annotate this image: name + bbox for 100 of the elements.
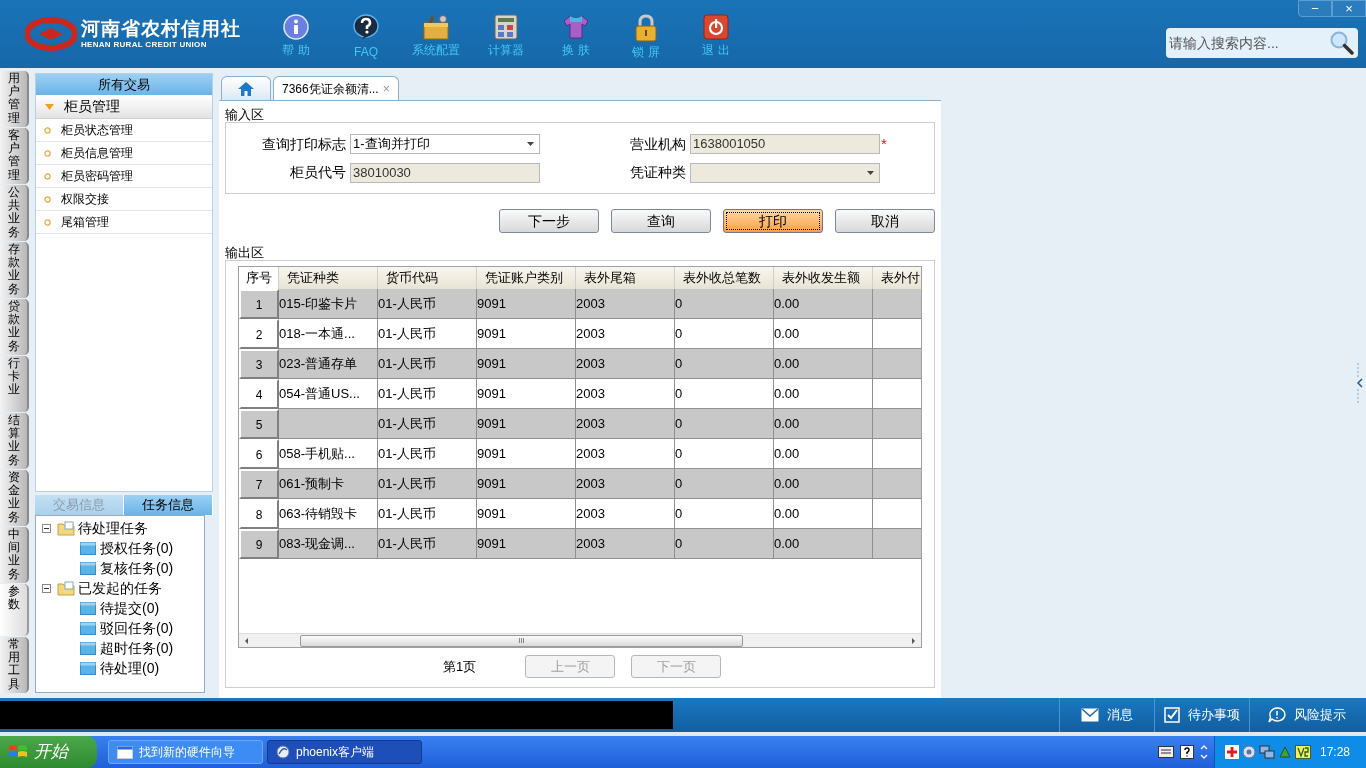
clock: 17:28 bbox=[1320, 744, 1351, 761]
row-header[interactable]: 2 bbox=[239, 319, 279, 349]
column-header[interactable]: 货币代码 bbox=[378, 267, 477, 289]
tree-item[interactable]: 复核任务(0) bbox=[100, 557, 174, 579]
menu-item[interactable]: 柜员密码管理 bbox=[36, 165, 212, 188]
first-aid-icon[interactable] bbox=[1225, 745, 1239, 759]
menu-group-header[interactable]: 柜员管理 bbox=[36, 95, 212, 119]
side-tab[interactable]: 公共业务 bbox=[0, 185, 29, 241]
caret-icon bbox=[527, 142, 534, 146]
document-tab[interactable]: 7366凭证余额清... × bbox=[273, 76, 399, 100]
tree-item[interactable]: 驳回任务(0) bbox=[100, 617, 174, 639]
column-header[interactable]: 表外收发生额 bbox=[774, 267, 873, 289]
menu-item[interactable]: 权限交接 bbox=[36, 188, 212, 211]
table-cell: 9091 bbox=[477, 529, 576, 559]
action-button[interactable]: 下一步 bbox=[499, 209, 599, 233]
minimize-button[interactable]: − bbox=[1298, 0, 1332, 17]
menu-item[interactable]: 柜员状态管理 bbox=[36, 119, 212, 142]
tree-item[interactable]: 待提交(0) bbox=[100, 597, 160, 619]
tree-item[interactable]: 待处理(0) bbox=[100, 657, 160, 679]
folder-icon bbox=[57, 580, 75, 596]
side-tab[interactable]: 用户管理 bbox=[0, 71, 29, 127]
column-header[interactable]: 表外付 bbox=[873, 267, 921, 289]
row-header[interactable]: 3 bbox=[239, 349, 279, 379]
folder-icon bbox=[80, 661, 96, 675]
side-tab[interactable]: 资金业务 bbox=[0, 470, 29, 526]
tree-item[interactable]: 待处理任务 bbox=[78, 517, 148, 539]
page-indicator: 第1页 bbox=[443, 657, 478, 676]
column-header[interactable]: 表外收总笔数 bbox=[675, 267, 774, 289]
taskbar-window-button[interactable]: phoenix客户端 bbox=[267, 740, 422, 764]
column-header[interactable]: 凭证账户类别 bbox=[477, 267, 576, 289]
logo-title: 河南省农村信用社 bbox=[81, 19, 241, 38]
row-header[interactable]: 6 bbox=[239, 439, 279, 469]
folder-icon bbox=[80, 641, 96, 655]
envelope-icon bbox=[1081, 708, 1099, 722]
column-header[interactable]: 凭证种类 bbox=[279, 267, 378, 289]
dropdown-field[interactable]: 1-查询并打印 bbox=[350, 134, 540, 154]
collapse-icon[interactable] bbox=[42, 583, 51, 593]
column-header[interactable]: 表外尾箱 bbox=[576, 267, 675, 289]
row-header[interactable]: 8 bbox=[239, 499, 279, 529]
folder-icon bbox=[80, 541, 96, 555]
bullet-icon bbox=[44, 195, 51, 203]
tree-item[interactable]: 已发起的任务 bbox=[78, 577, 162, 599]
horizontal-scrollbar[interactable]: III bbox=[239, 633, 921, 647]
home-icon bbox=[237, 80, 255, 97]
folder-icon bbox=[80, 561, 96, 575]
home-tab[interactable] bbox=[221, 76, 271, 100]
action-button[interactable]: 取消 bbox=[835, 209, 935, 233]
grip-mark: III bbox=[518, 636, 525, 645]
close-button[interactable]: × bbox=[1332, 0, 1366, 17]
table-cell: 083-现金调... bbox=[279, 529, 378, 559]
table-cell: 01-人民币 bbox=[378, 529, 477, 559]
table-cell: 0.00 bbox=[774, 529, 873, 559]
panel-tab[interactable]: 任务信息 bbox=[124, 495, 213, 515]
collapse-handle-icon[interactable] bbox=[1356, 363, 1364, 403]
speech-bubble-icon bbox=[1268, 707, 1286, 723]
tree-item[interactable]: 超时任务(0) bbox=[100, 637, 174, 659]
start-button[interactable]: 开始 bbox=[0, 736, 97, 768]
toolbox-icon bbox=[422, 14, 450, 40]
collapse-icon[interactable] bbox=[42, 523, 51, 533]
action-button[interactable]: 打印 bbox=[723, 209, 823, 233]
side-tab[interactable]: 常用工具 bbox=[0, 637, 29, 693]
tree-item[interactable]: 授权任务(0) bbox=[100, 537, 174, 559]
info-icon bbox=[283, 14, 309, 40]
row-header[interactable]: 4 bbox=[239, 379, 279, 409]
side-tab[interactable]: 结算业务 bbox=[0, 413, 29, 469]
row-header[interactable]: 1 bbox=[239, 289, 279, 319]
search-icon[interactable] bbox=[1329, 30, 1355, 56]
bullet-icon bbox=[44, 126, 51, 134]
calculator-icon bbox=[494, 14, 518, 40]
folder-icon bbox=[80, 621, 96, 635]
side-tab[interactable]: 行卡业 bbox=[0, 356, 29, 412]
side-tab[interactable]: 客户管理 bbox=[0, 128, 29, 184]
folder-icon bbox=[57, 520, 75, 536]
required-mark: * bbox=[881, 133, 887, 154]
bullet-icon bbox=[44, 218, 51, 226]
menu-item[interactable]: 尾箱管理 bbox=[36, 211, 212, 234]
help-icon[interactable] bbox=[1180, 745, 1194, 759]
field-label: 凭证种类 bbox=[629, 163, 687, 183]
keyboard-icon[interactable] bbox=[1158, 746, 1174, 758]
help-bubble-icon bbox=[352, 14, 380, 42]
expand-arrows-icon[interactable] bbox=[1200, 744, 1208, 760]
bullet-icon bbox=[44, 149, 51, 157]
row-header[interactable]: 5 bbox=[239, 409, 279, 439]
app-tray-icon[interactable] bbox=[1295, 745, 1311, 759]
side-tab[interactable]: 存款业务 bbox=[0, 242, 29, 298]
scroll-thumb[interactable]: III bbox=[300, 634, 743, 647]
side-tab[interactable]: 参数 bbox=[0, 584, 29, 636]
row-header[interactable]: 7 bbox=[239, 469, 279, 499]
section-title: 输出区 bbox=[225, 245, 264, 260]
power-icon bbox=[703, 14, 729, 40]
search-field[interactable]: 请输入搜索内容... bbox=[1166, 28, 1358, 58]
action-button[interactable]: 查询 bbox=[611, 209, 711, 233]
padlock-icon bbox=[634, 14, 658, 42]
side-tab[interactable]: 中间业务 bbox=[0, 527, 29, 583]
panel-title: 所有交易 bbox=[36, 74, 212, 95]
menu-item[interactable]: 柜员信息管理 bbox=[36, 142, 212, 165]
network-icon[interactable] bbox=[1259, 745, 1275, 759]
row-header[interactable]: 9 bbox=[239, 529, 279, 559]
side-tab[interactable]: 贷款业务 bbox=[0, 299, 29, 355]
caret-icon bbox=[45, 103, 54, 110]
